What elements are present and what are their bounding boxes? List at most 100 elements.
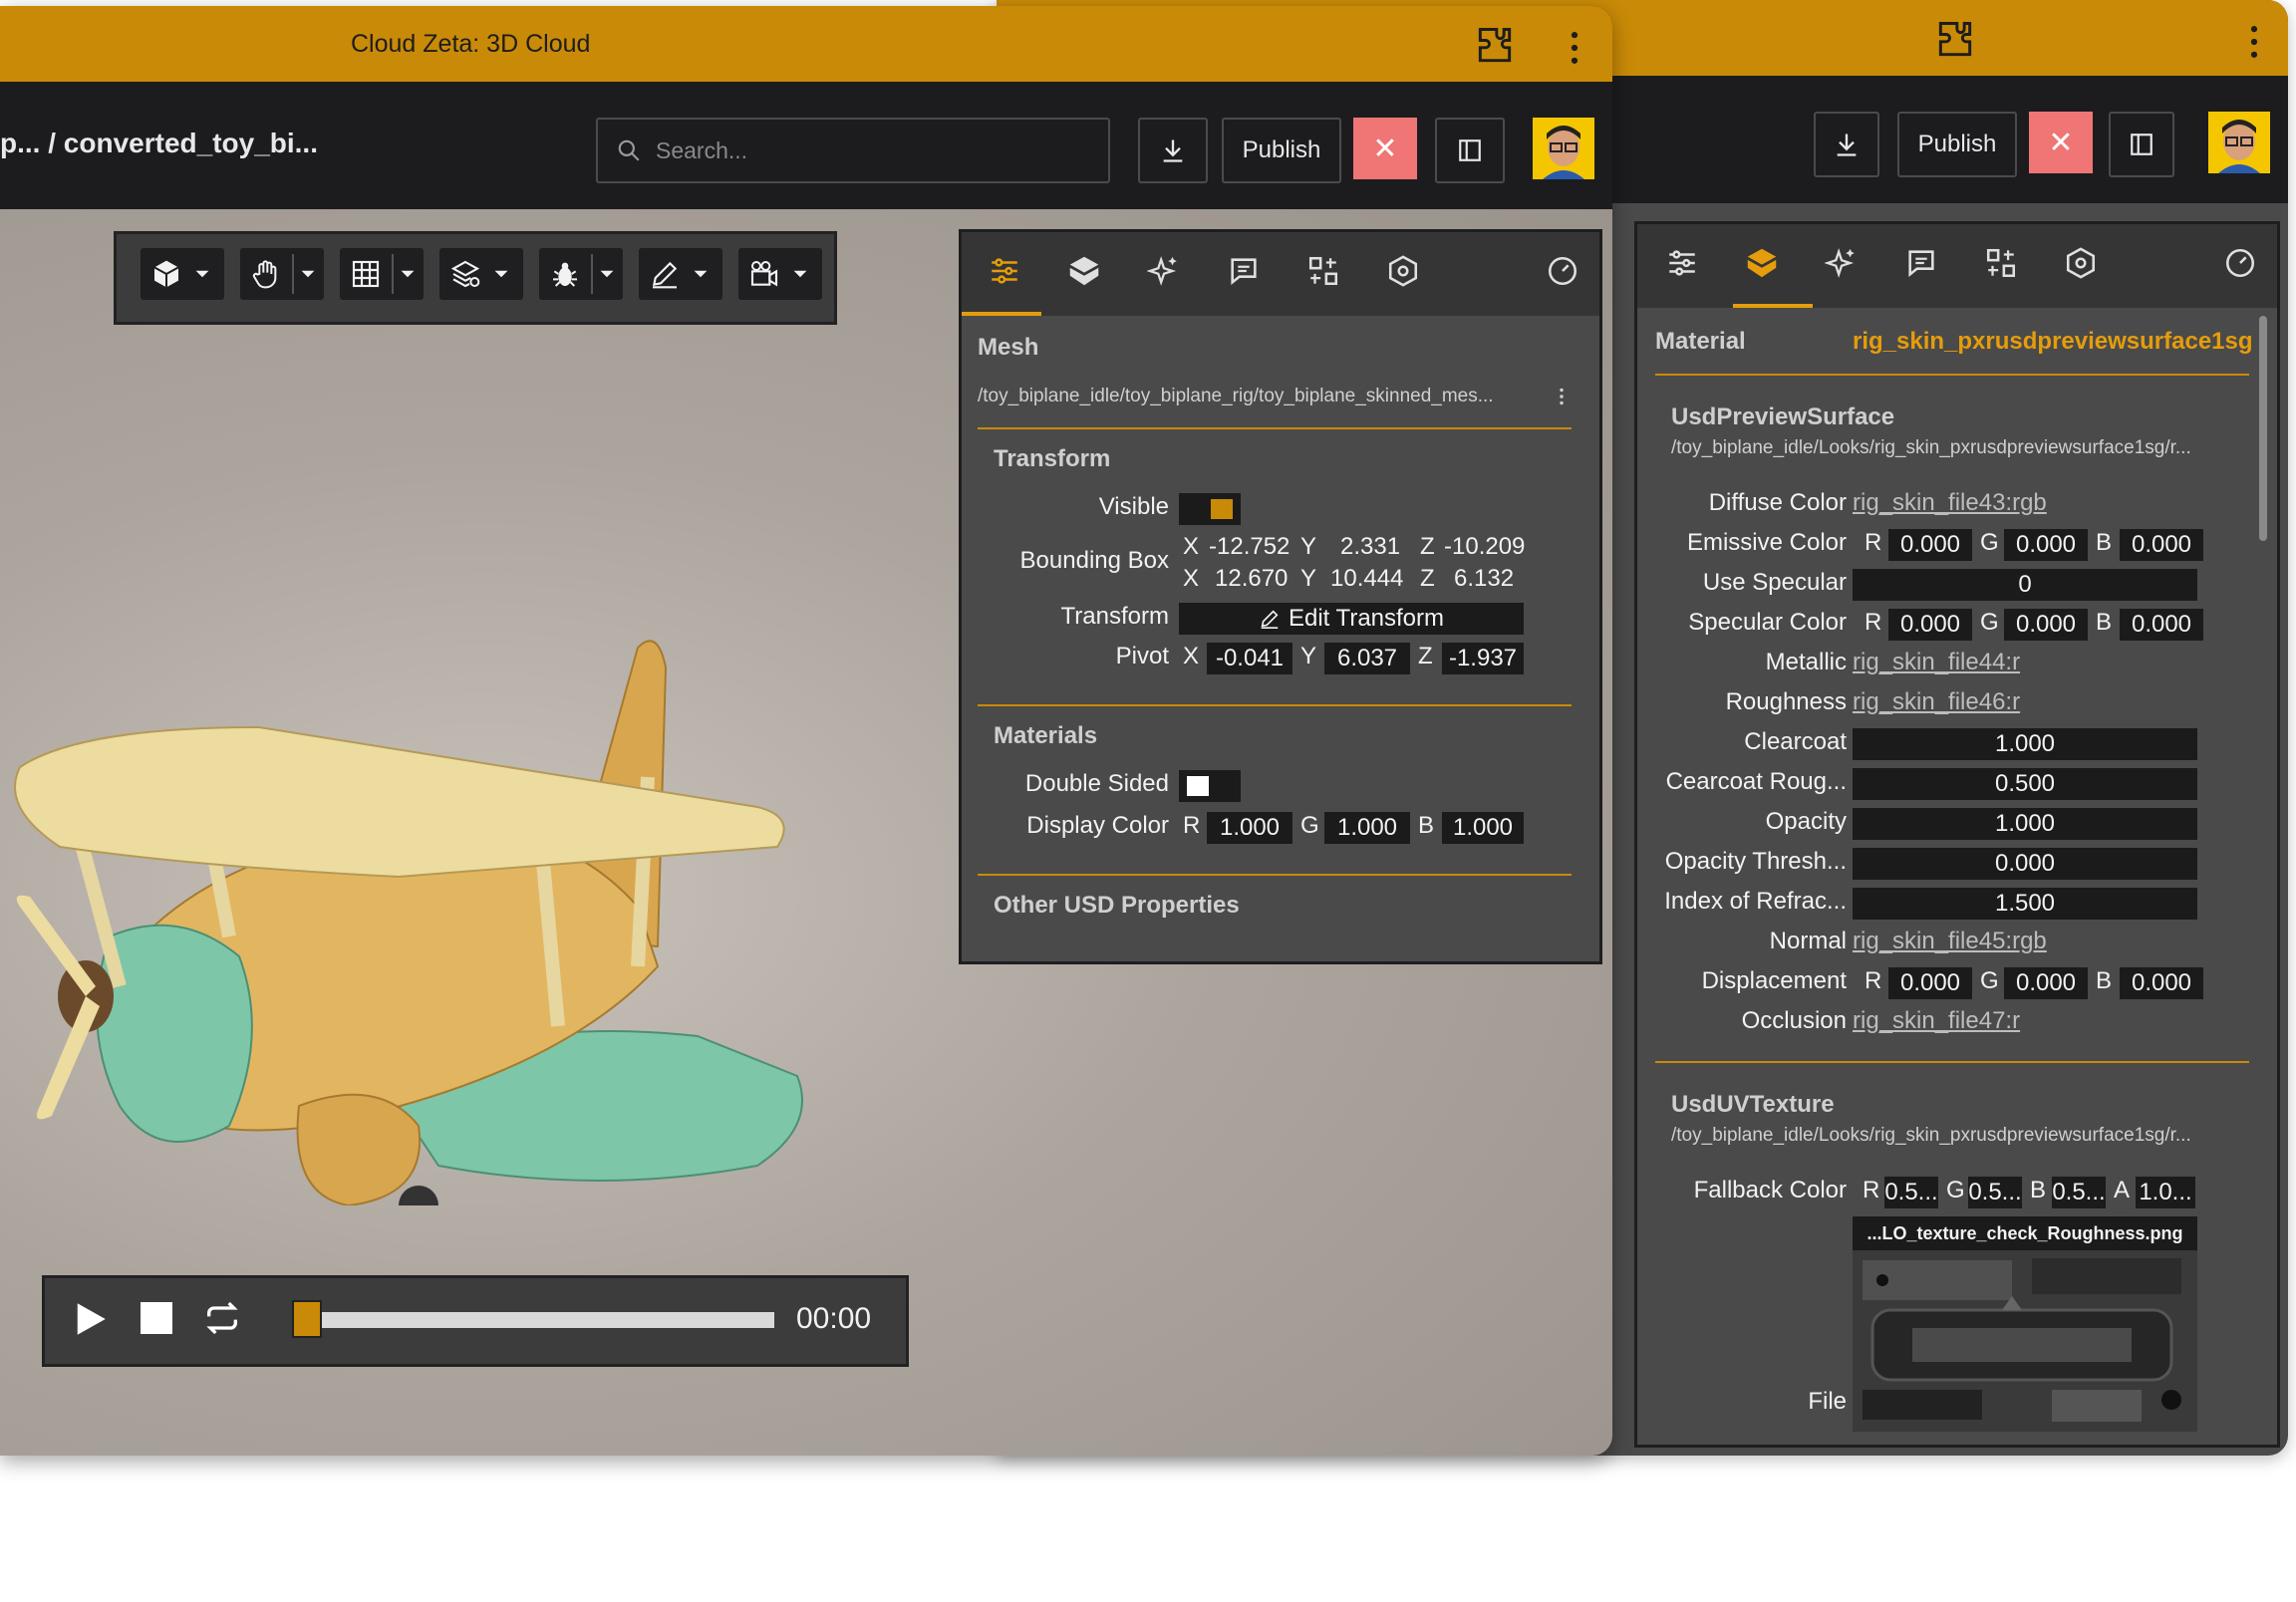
- timeline-track[interactable]: [292, 1300, 774, 1338]
- occlusion-link[interactable]: rig_skin_file47:r: [1853, 1007, 2020, 1035]
- tab-comments[interactable]: [1896, 238, 1946, 288]
- specular-b-input[interactable]: 0.000: [2120, 609, 2203, 641]
- specular-g-input[interactable]: 0.000: [2004, 609, 2088, 641]
- specular-r-input[interactable]: 0.000: [1888, 609, 1972, 641]
- chevron-down-icon: [793, 270, 807, 278]
- tab-comments[interactable]: [1219, 246, 1269, 296]
- more-vertical-icon[interactable]: [1553, 26, 1596, 70]
- clearcoat-input[interactable]: 1.000: [1853, 728, 2197, 760]
- tab-effects[interactable]: [1817, 238, 1866, 288]
- avatar[interactable]: [1533, 118, 1594, 179]
- active-tab-indicator: [1733, 304, 1813, 308]
- variants-icon: [1308, 256, 1338, 286]
- sidebar-toggle-button[interactable]: [2109, 112, 2174, 177]
- more-vertical-icon[interactable]: [1552, 384, 1572, 409]
- scrollbar[interactable]: [2259, 316, 2267, 541]
- clearcoat-label: Clearcoat: [1744, 728, 1847, 755]
- displacement-b-input[interactable]: 0.000: [2120, 967, 2203, 999]
- fallback-b-input[interactable]: 0.5...: [2052, 1177, 2106, 1208]
- emissive-r-input[interactable]: 0.000: [1888, 529, 1972, 561]
- ior-label: Index of Refrac...: [1664, 888, 1847, 915]
- other-usd-properties-heading[interactable]: Other USD Properties: [994, 892, 1240, 920]
- timeline-scrubber[interactable]: [292, 1300, 322, 1338]
- search-input[interactable]: Search...: [596, 118, 1110, 183]
- ior-input[interactable]: 1.500: [1853, 888, 2197, 920]
- hand-icon: [252, 260, 277, 289]
- grid-button[interactable]: [340, 248, 424, 300]
- axis-x: X: [1183, 643, 1200, 669]
- emissive-b-input[interactable]: 0.000: [2120, 529, 2203, 561]
- loop-button[interactable]: [202, 1298, 242, 1338]
- avatar[interactable]: [2208, 112, 2270, 173]
- tab-settings[interactable]: [1378, 246, 1428, 296]
- annotate-button[interactable]: [639, 248, 722, 300]
- tab-material[interactable]: [1737, 238, 1787, 288]
- tab-settings[interactable]: [2056, 238, 2106, 288]
- displacement-r-input[interactable]: 0.000: [1888, 967, 1972, 999]
- emissive-g-input[interactable]: 0.000: [2004, 529, 2088, 561]
- download-button[interactable]: [1814, 112, 1879, 177]
- stop-button[interactable]: [141, 1302, 172, 1334]
- airplane-model[interactable]: [0, 608, 827, 1205]
- visible-toggle[interactable]: [1179, 493, 1241, 525]
- use-specular-input[interactable]: 0: [1853, 569, 2197, 601]
- displacement-g-input[interactable]: 0.000: [2004, 967, 2088, 999]
- opacity-threshold-input[interactable]: 0.000: [1853, 848, 2197, 880]
- tab-properties[interactable]: [980, 246, 1029, 296]
- sidebar-toggle-button[interactable]: [1435, 118, 1505, 183]
- texture-preview[interactable]: ...LO_texture_check_Roughness.png: [1853, 1216, 2197, 1432]
- display-color-r-input[interactable]: 1.000: [1207, 812, 1292, 844]
- opacity-input[interactable]: 1.000: [1853, 808, 2197, 840]
- fallback-a-input[interactable]: 1.0...: [2136, 1177, 2195, 1208]
- fallback-g-input[interactable]: 0.5...: [1968, 1177, 2022, 1208]
- layers-button[interactable]: [439, 248, 523, 300]
- debug-button[interactable]: [539, 248, 623, 300]
- axis-x: X: [1183, 533, 1200, 560]
- display-color-b-input[interactable]: 1.000: [1442, 812, 1524, 844]
- sparkles-icon: [1825, 248, 1855, 278]
- pivot-z-input[interactable]: -1.937: [1442, 643, 1524, 674]
- app-header: p... / converted_toy_bi... Search... Pub…: [0, 82, 1612, 209]
- double-sided-toggle[interactable]: [1179, 770, 1241, 802]
- play-button[interactable]: [69, 1298, 111, 1340]
- normal-link[interactable]: rig_skin_file45:rgb: [1853, 928, 2047, 955]
- pivot-x-input[interactable]: -0.041: [1207, 643, 1292, 674]
- fallback-color-label: Fallback Color: [1693, 1177, 1847, 1203]
- edit-transform-button[interactable]: Edit Transform: [1179, 603, 1524, 635]
- tab-variants[interactable]: [1298, 246, 1348, 296]
- tab-properties[interactable]: [1657, 238, 1707, 288]
- metallic-label: Metallic: [1765, 649, 1847, 675]
- tab-variants[interactable]: [1976, 238, 2026, 288]
- navigation-mode-button[interactable]: [240, 248, 324, 300]
- tab-performance[interactable]: [2215, 238, 2265, 288]
- bbox-max-x: 12.670: [1215, 565, 1289, 592]
- close-button[interactable]: ✕: [1353, 118, 1417, 179]
- display-color-g-input[interactable]: 1.000: [1324, 812, 1410, 844]
- tab-material[interactable]: [1059, 246, 1109, 296]
- pencil-icon: [1261, 610, 1279, 629]
- roughness-link[interactable]: rig_skin_file46:r: [1853, 688, 2020, 716]
- close-button[interactable]: ✕: [2029, 112, 2093, 173]
- publish-button[interactable]: Publish: [1897, 112, 2017, 177]
- divider: [978, 704, 1572, 706]
- camera-button[interactable]: [738, 248, 822, 300]
- window-title: Cloud Zeta: 3D Cloud: [351, 30, 591, 58]
- comment-icon: [1231, 258, 1257, 285]
- 3d-viewport[interactable]: Mesh /toy_biplane_idle/toy_biplane_rig/t…: [0, 209, 1612, 1456]
- extension-icon[interactable]: [1473, 24, 1517, 68]
- clearcoat-roughness-input[interactable]: 0.500: [1853, 768, 2197, 800]
- more-vertical-icon[interactable]: [2232, 20, 2276, 64]
- tab-performance[interactable]: [1538, 246, 1587, 296]
- tab-effects[interactable]: [1139, 246, 1189, 296]
- extension-icon[interactable]: [1933, 18, 1977, 62]
- view-mode-button[interactable]: [141, 248, 224, 300]
- metallic-link[interactable]: rig_skin_file44:r: [1853, 649, 2020, 676]
- publish-button[interactable]: Publish: [1222, 118, 1341, 183]
- play-icon: [77, 1303, 106, 1335]
- download-button[interactable]: [1138, 118, 1208, 183]
- diffuse-color-link[interactable]: rig_skin_file43:rgb: [1853, 489, 2047, 517]
- pivot-y-input[interactable]: 6.037: [1324, 643, 1410, 674]
- breadcrumb-parent[interactable]: p...: [0, 128, 40, 158]
- fallback-r-input[interactable]: 0.5...: [1884, 1177, 1938, 1208]
- divider: [978, 874, 1572, 876]
